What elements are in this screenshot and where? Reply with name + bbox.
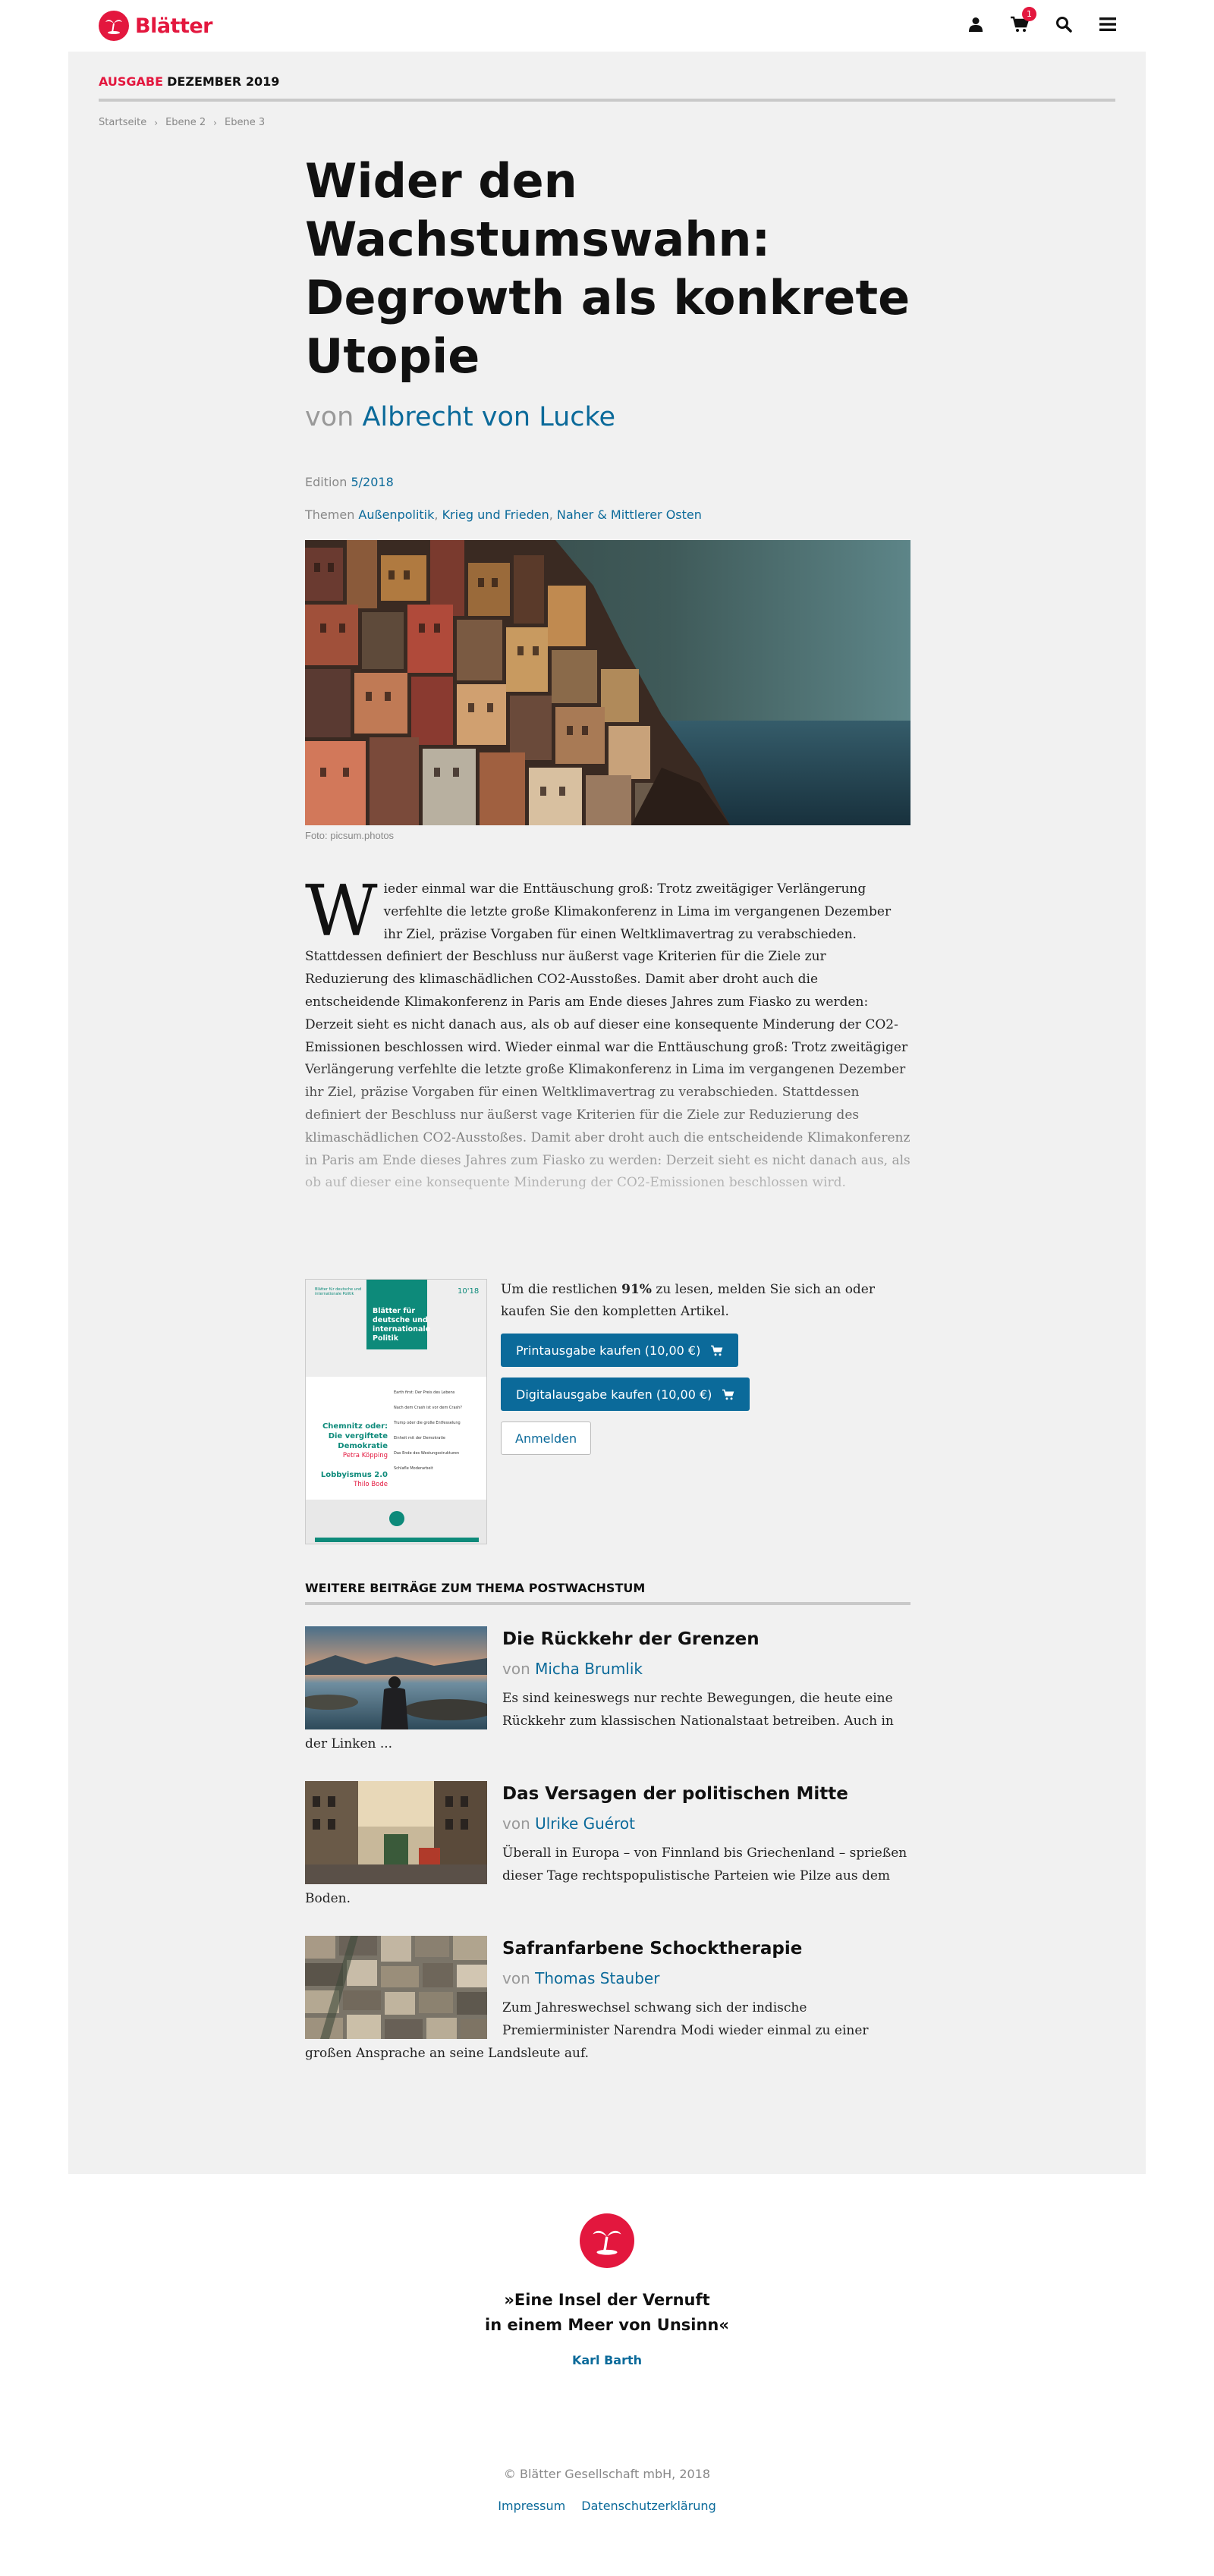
site-logo[interactable]: Blätter: [99, 11, 213, 41]
topic-link[interactable]: Außenpolitik: [358, 507, 434, 522]
topics-meta: Themen Außenpolitik, Krieg und Frieden, …: [305, 507, 702, 522]
author-link[interactable]: Albrecht von Lucke: [362, 402, 615, 432]
cart-icon[interactable]: 1: [1011, 7, 1036, 33]
drop-cap: W: [305, 878, 378, 952]
topic-link[interactable]: Naher & Mittlerer Osten: [557, 507, 702, 522]
footer-logo-palm-icon: [580, 2213, 634, 2268]
svg-text:Trump oder die große Entfessel: Trump oder die große Entfesselung: [393, 1421, 461, 1425]
related-article[interactable]: Die Rückkehr der Grenzen von Micha Bruml…: [305, 1626, 910, 1755]
footer-links: Impressum Datenschutzerklärung: [0, 2499, 1214, 2513]
related-article-image: [305, 1781, 487, 1884]
logo-text: Blätter: [135, 14, 213, 38]
quote-line-2: in einem Meer von Unsinn«: [485, 2316, 729, 2334]
paywall-message: Um die restlichen 91% zu lesen, melden S…: [501, 1282, 875, 1319]
svg-text:Politik: Politik: [373, 1334, 399, 1343]
article-body: Wieder einmal war die Enttäuschung groß:…: [305, 878, 910, 1224]
svg-text:Thilo Bode: Thilo Bode: [353, 1481, 388, 1488]
cart-icon: [722, 1389, 734, 1400]
quote-line-1: »Eine Insel der Vernuft: [504, 2291, 710, 2309]
svg-text:internationale: internationale: [373, 1325, 430, 1334]
article-hero-image: [305, 540, 910, 825]
author-link[interactable]: Micha Brumlik: [535, 1660, 643, 1678]
author-link[interactable]: Ulrike Guérot: [535, 1814, 635, 1833]
related-article-image: [305, 1626, 487, 1729]
buy-digital-button[interactable]: Digitalausgabe kaufen (10,00 €): [501, 1378, 750, 1411]
svg-text:Demokratie: Demokratie: [338, 1442, 388, 1450]
svg-text:deutsche und: deutsche und: [373, 1316, 428, 1324]
buy-print-button[interactable]: Printausgabe kaufen (10,00 €): [501, 1334, 739, 1367]
top-navigation-bar: Blätter 1: [0, 0, 1214, 52]
related-article-image: [305, 1936, 487, 2039]
privacy-link[interactable]: Datenschutzerklärung: [581, 2499, 716, 2513]
impressum-link[interactable]: Impressum: [498, 2499, 565, 2513]
svg-text:Die vergiftete: Die vergiftete: [329, 1432, 388, 1440]
menu-icon[interactable]: [1099, 15, 1117, 33]
edition-label: Edition: [305, 475, 348, 489]
login-button[interactable]: Anmelden: [501, 1422, 592, 1455]
svg-text:Petra Köpping: Petra Köpping: [343, 1452, 388, 1459]
svg-text:Schlafle Moderarbeit: Schlafle Moderarbeit: [394, 1466, 433, 1471]
footer-quote: »Eine Insel der Vernuft in einem Meer vo…: [0, 2288, 1214, 2338]
article-text: ieder einmal war die Enttäuschung groß: …: [305, 881, 910, 1191]
issue-header: AUSGABE DEZEMBER 2019: [99, 74, 1115, 102]
topic-link[interactable]: Krieg und Frieden: [442, 507, 549, 522]
header-icons: 1: [967, 7, 1117, 33]
svg-text:Lobbyismus 2.0: Lobbyismus 2.0: [321, 1471, 388, 1479]
chevron-right-icon: ›: [154, 117, 159, 128]
cart-icon: [711, 1345, 723, 1356]
svg-text:Das Ende des Westungsstrukture: Das Ende des Westungsstrukturen: [394, 1451, 459, 1456]
byline-prefix: von: [305, 402, 354, 432]
magazine-cover[interactable]: Blätter für deutsche und internationale …: [305, 1279, 487, 1544]
remaining-percent: 91%: [621, 1282, 652, 1297]
issue-label: AUSGABE: [99, 74, 164, 89]
article-title: Wider den Wachstumswahn: Degrowth als ko…: [305, 153, 910, 384]
palm-island-icon: [99, 11, 129, 41]
related-article[interactable]: Safranfarbene Schocktherapie von Thomas …: [305, 1936, 910, 2065]
svg-text:Blätter für: Blätter für: [373, 1307, 415, 1315]
issue-value[interactable]: DEZEMBER 2019: [167, 74, 279, 89]
svg-text:Einheit mit der Demokratie: Einheit mit der Demokratie: [394, 1436, 445, 1440]
svg-text:internationale Politik: internationale Politik: [315, 1292, 354, 1296]
chevron-right-icon: ›: [213, 117, 217, 128]
paywall-box: Um die restlichen 91% zu lesen, melden S…: [501, 1279, 910, 1455]
breadcrumb-item-level2[interactable]: Ebene 2: [165, 117, 206, 128]
edition-link[interactable]: 5/2018: [351, 475, 393, 489]
main-content-panel: AUSGABE DEZEMBER 2019 Startseite › Ebene…: [68, 52, 1146, 2174]
image-caption: Foto: picsum.photos: [305, 830, 395, 841]
svg-text:Chemnitz oder:: Chemnitz oder:: [322, 1422, 388, 1431]
search-icon[interactable]: [1055, 15, 1073, 33]
breadcrumb-item-home[interactable]: Startseite: [99, 117, 146, 128]
quote-author[interactable]: Karl Barth: [0, 2353, 1214, 2367]
user-icon[interactable]: [967, 15, 985, 33]
svg-text:10'18: 10'18: [458, 1287, 479, 1296]
related-articles-heading: WEITERE BEITRÄGE ZUM THEMA POSTWACHSTUM: [305, 1581, 910, 1605]
topics-label: Themen: [305, 507, 355, 522]
edition-meta: Edition 5/2018: [305, 475, 394, 489]
breadcrumb: Startseite › Ebene 2 › Ebene 3: [99, 117, 265, 128]
related-article[interactable]: Das Versagen der politischen Mitte von U…: [305, 1781, 910, 1910]
author-link[interactable]: Thomas Stauber: [535, 1969, 659, 1987]
svg-text:Nach dem Crash ist vor dem Cra: Nach dem Crash ist vor dem Crash?: [394, 1406, 462, 1410]
article-byline: von Albrecht von Lucke: [305, 402, 615, 432]
copyright-text: © Blätter Gesellschaft mbH, 2018: [503, 2467, 711, 2481]
breadcrumb-item-level3[interactable]: Ebene 3: [225, 117, 265, 128]
svg-text:Earth first: Der Preis des Leb: Earth first: Der Preis des Lebens: [394, 1390, 455, 1395]
cart-count-badge: 1: [1022, 7, 1036, 21]
